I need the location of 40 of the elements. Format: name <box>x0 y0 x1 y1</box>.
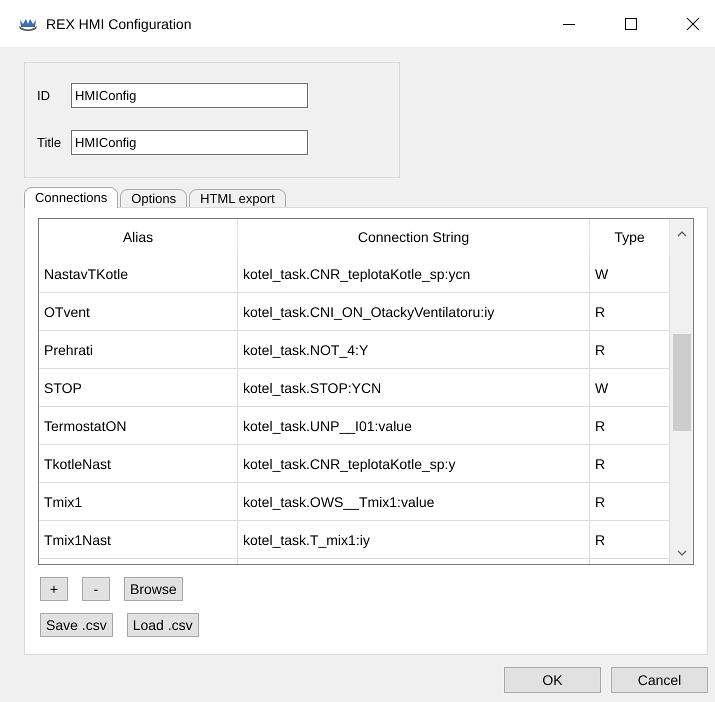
field-label: ID <box>37 88 51 103</box>
table-cell: kotel_task.NOT_4:Y <box>238 331 590 368</box>
tab[interactable]: Options <box>120 189 188 207</box>
column-header[interactable]: Connection String <box>238 219 590 255</box>
row-button[interactable]: - <box>82 577 110 601</box>
csv-button[interactable]: Save .csv <box>40 613 113 637</box>
table-cell: kotel_task.CNR_teplotaKotle_sp:ycn <box>238 255 590 292</box>
tab[interactable]: Connections <box>24 187 118 208</box>
field-label: Title <box>37 135 62 150</box>
table-cell: kotel_task.CNI_ON_OtackyVentilatoru:iy <box>238 293 590 330</box>
scroll-thumb[interactable] <box>673 334 691 431</box>
csv-button[interactable]: Load .csv <box>126 613 199 637</box>
table-cell: kotel_task.UNP__I01:value <box>238 407 590 444</box>
dialog-button[interactable]: OK <box>504 667 601 693</box>
table-cell: Prehrati <box>39 331 238 368</box>
scroll-down-icon[interactable] <box>677 550 687 556</box>
dialog-button[interactable]: Cancel <box>611 667 708 693</box>
table-cell: kotel_task.STOP:YCN <box>238 369 590 406</box>
tab[interactable]: HTML export <box>189 189 286 207</box>
scrollbar[interactable] <box>670 219 693 564</box>
column-header[interactable]: Alias <box>39 219 238 255</box>
app-icon <box>18 16 38 30</box>
table-cell: TkotleNast <box>39 445 238 482</box>
table-cell: TermostatON <box>39 407 238 444</box>
table-cell: kotel_task.CNR_teplotaKotle_sp:y <box>238 445 590 482</box>
maximize-icon[interactable] <box>623 16 639 32</box>
table-cell: kotel_task.T_mix1:iy <box>238 521 590 558</box>
input-field[interactable]: HMIConfig <box>71 130 308 155</box>
input-field[interactable]: HMIConfig <box>71 83 308 108</box>
table-cell: Tmix1 <box>39 483 238 520</box>
window-title: REX HMI Configuration <box>46 16 192 32</box>
scroll-up-icon[interactable] <box>677 231 687 237</box>
table-cell: kotel_task.OWS__Tmix1:value <box>238 483 590 520</box>
table-cell: NastavTKotle <box>39 255 238 292</box>
table-cell: Tmix1Nast <box>39 521 238 558</box>
row-button[interactable]: + <box>40 577 68 601</box>
row-button[interactable]: Browse <box>124 577 183 601</box>
table-cell: STOP <box>39 369 238 406</box>
table-cell: OTvent <box>39 293 238 330</box>
close-icon[interactable] <box>685 16 701 32</box>
